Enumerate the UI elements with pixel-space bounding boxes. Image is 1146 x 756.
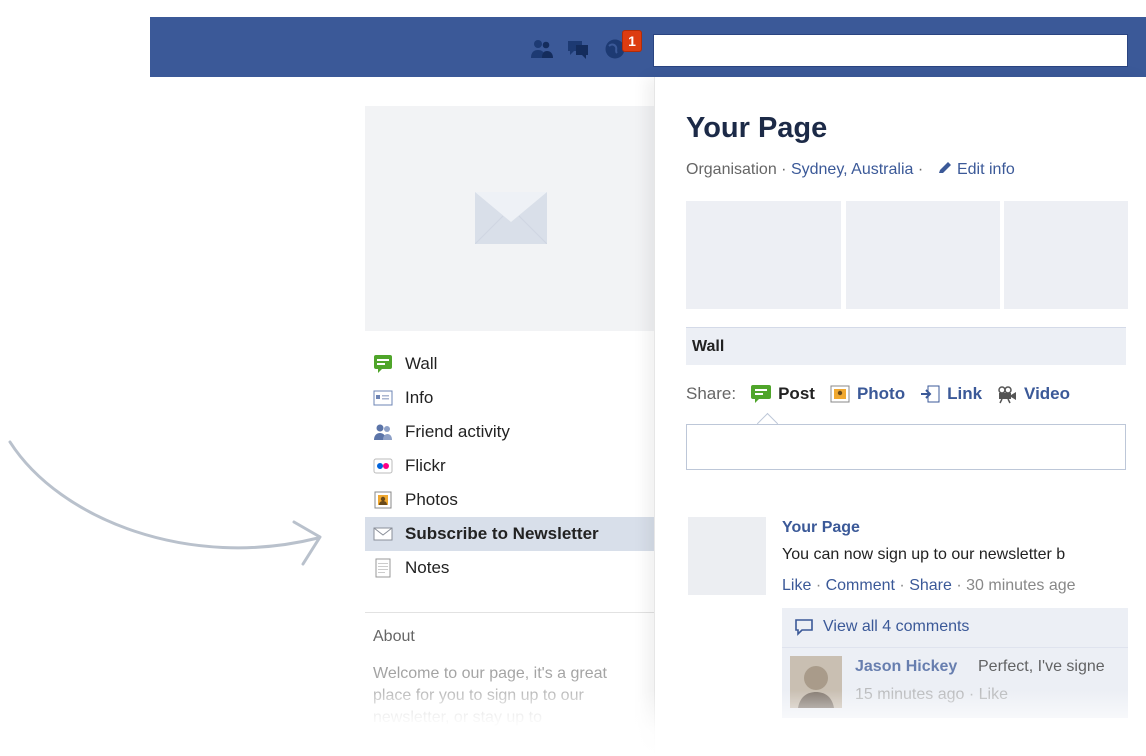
commenter-name-link[interactable]: Jason Hickey [855, 658, 957, 676]
like-link[interactable]: Like [782, 577, 811, 594]
divider [365, 612, 654, 613]
edit-info-link[interactable]: Edit info [957, 161, 1015, 178]
page-category: Organisation [686, 161, 777, 178]
separator: · [956, 577, 967, 594]
post-text: You can now sign up to our newsletter b [782, 546, 1066, 563]
share-photo-label: Photo [856, 384, 906, 403]
video-icon [998, 386, 1017, 404]
envelope-icon [475, 192, 547, 244]
comment-bubble-icon [795, 619, 813, 636]
messages-icon[interactable] [566, 38, 590, 60]
search-input[interactable] [653, 34, 1128, 67]
comment-text: Perfect, I've signe [978, 658, 1105, 675]
page-subtitle: Organisation · Sydney, Australia · Edit … [686, 161, 1015, 179]
nav-label: Info [405, 388, 434, 407]
nav-item-friend-activity[interactable]: Friend activity [365, 415, 654, 449]
post-actions: Like · Comment · Share · 30 minutes age [782, 577, 1076, 595]
share-post-label: Post [778, 384, 815, 403]
friends-icon [373, 422, 393, 442]
nav-item-notes[interactable]: Notes [365, 551, 654, 585]
view-all-comments-label: View all 4 comments [823, 618, 970, 635]
edge-mask [1128, 77, 1146, 756]
nav-item-photos[interactable]: Photos [365, 483, 654, 517]
info-icon [373, 388, 393, 408]
page-title: Your Page [686, 112, 828, 144]
fade-overlay [0, 690, 1146, 756]
nav-label: Photos [405, 490, 458, 509]
friends-icon[interactable] [530, 38, 554, 60]
post-icon [751, 385, 772, 403]
post-avatar[interactable] [688, 517, 766, 595]
nav-label: Friend activity [405, 422, 510, 441]
nav-label: Notes [405, 558, 450, 577]
nav-item-subscribe-newsletter[interactable]: Subscribe to Newsletter [365, 517, 654, 551]
share-link-label: Link [947, 384, 983, 403]
link-icon [921, 385, 940, 403]
notification-badge[interactable]: 1 [623, 31, 641, 51]
separator: · [899, 577, 910, 594]
view-all-comments-link[interactable]: View all 4 comments [794, 618, 969, 636]
about-heading: About [373, 628, 415, 645]
share-video-tab[interactable]: Video [996, 384, 1070, 404]
left-nav: Wall Info Friend activity Flickr Photos … [365, 347, 654, 585]
nav-item-flickr[interactable]: Flickr [365, 449, 654, 483]
status-composer-input[interactable] [686, 424, 1126, 470]
envelope-icon [373, 524, 393, 544]
separator: · [815, 577, 826, 594]
divider [782, 647, 1132, 648]
page-location-link[interactable]: Sydney, Australia [791, 161, 913, 178]
post-author-link[interactable]: Your Page [782, 519, 860, 537]
flickr-icon [373, 456, 393, 476]
nav-label: Subscribe to Newsletter [405, 524, 599, 543]
share-link-tab[interactable]: Link [919, 384, 982, 404]
nav-item-wall[interactable]: Wall [365, 347, 654, 381]
photos-icon [373, 490, 393, 510]
notes-icon [373, 558, 393, 578]
comment-link[interactable]: Comment [826, 577, 895, 594]
pencil-icon [938, 162, 951, 173]
photo-icon [830, 385, 850, 403]
share-row: Share: Post Photo Link Video [686, 384, 1070, 404]
photo-slot[interactable] [686, 201, 841, 309]
wall-icon [373, 354, 393, 374]
photo-slot[interactable] [1004, 201, 1128, 309]
post-timestamp: 30 minutes age [966, 577, 1076, 594]
photo-slot[interactable] [846, 201, 1000, 309]
nav-label: Wall [405, 354, 438, 373]
share-photo-tab[interactable]: Photo [829, 384, 905, 404]
nav-item-info[interactable]: Info [365, 381, 654, 415]
share-link[interactable]: Share [909, 577, 952, 594]
arrow-illustration [8, 440, 322, 566]
nav-label: Flickr [405, 456, 446, 475]
profile-picture[interactable] [365, 106, 654, 331]
share-post-tab[interactable]: Post [750, 384, 815, 404]
share-video-label: Video [1024, 384, 1071, 403]
wall-heading: Wall [686, 327, 1126, 365]
share-label: Share: [686, 384, 737, 403]
separator: · [781, 161, 791, 178]
separator: · [917, 161, 928, 178]
